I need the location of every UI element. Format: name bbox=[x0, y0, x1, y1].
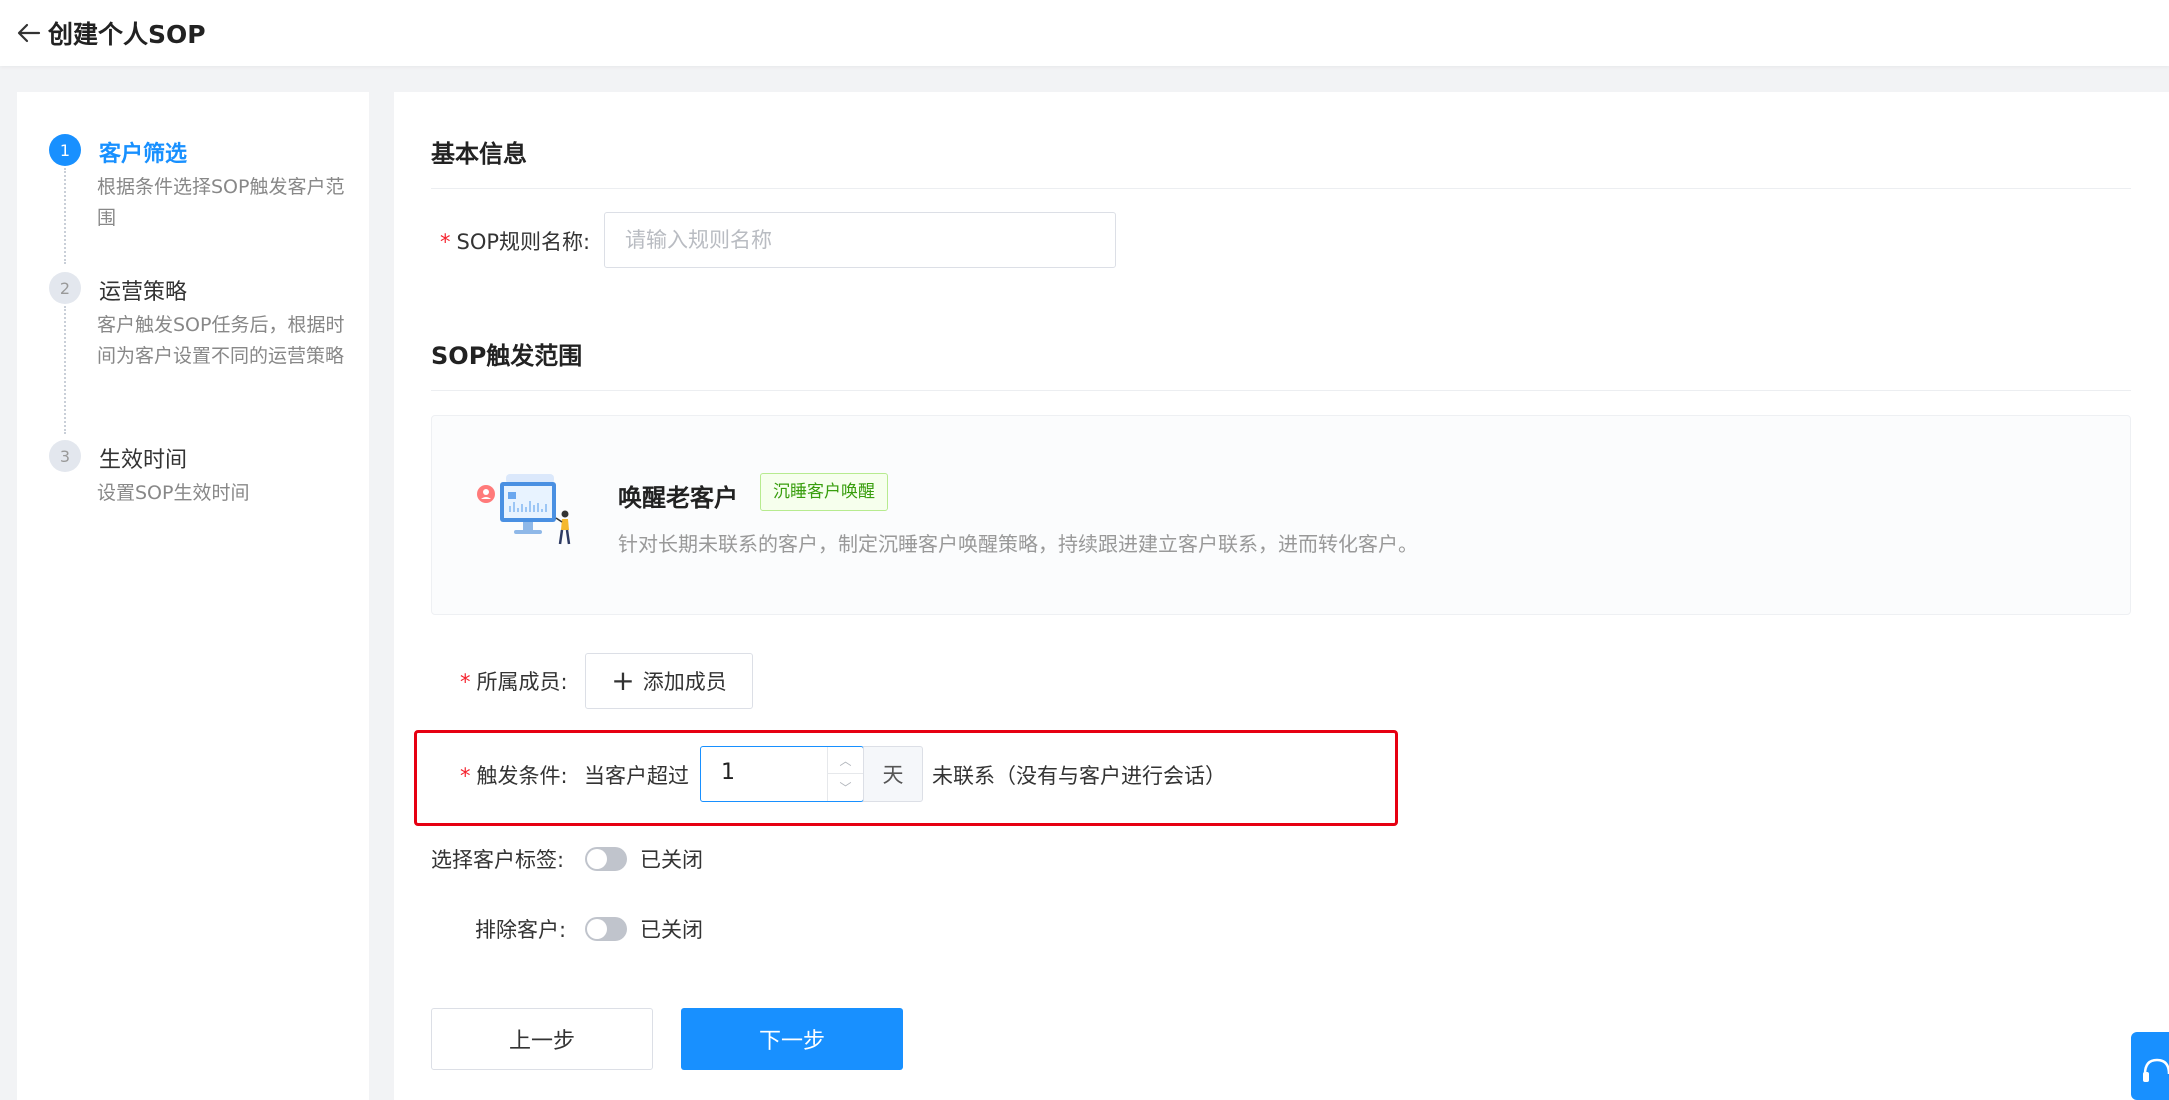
plus-icon: + bbox=[611, 664, 635, 697]
step-description: 客户触发SOP任务后，根据时间为客户设置不同的运营策略 bbox=[97, 314, 345, 367]
required-mark: * bbox=[460, 764, 471, 788]
exclude-customers-switch[interactable] bbox=[585, 917, 627, 941]
rule-name-input[interactable] bbox=[604, 212, 1116, 268]
step-title: 运营策略 bbox=[99, 280, 188, 305]
step-description: 设置SOP生效时间 bbox=[97, 482, 250, 504]
divider bbox=[431, 390, 2131, 391]
back-button[interactable]: 创建个人SOP bbox=[14, 15, 206, 51]
number-stepper: ︿ ﹀ bbox=[827, 747, 863, 801]
days-unit: 天 bbox=[863, 746, 923, 802]
page-title: 创建个人SOP bbox=[48, 20, 206, 49]
step-connector bbox=[64, 168, 66, 264]
trigger-suffix: 未联系（没有与客户进行会话） bbox=[932, 764, 1226, 788]
chevron-up-icon: ︿ bbox=[839, 753, 852, 768]
headset-icon bbox=[2143, 1058, 2169, 1082]
top-bar: 创建个人SOP bbox=[0, 0, 2169, 66]
add-member-button[interactable]: + 添加成员 bbox=[585, 653, 753, 709]
exclude-customers-state: 已关闭 bbox=[640, 918, 703, 942]
days-value: 1 bbox=[721, 760, 735, 785]
step-number: 2 bbox=[49, 272, 81, 304]
step-title: 客户筛选 bbox=[99, 142, 188, 167]
required-mark: * bbox=[440, 230, 451, 254]
add-member-label: 添加成员 bbox=[642, 670, 727, 694]
step-description: 根据条件选择SOP触发客户范围 bbox=[97, 176, 345, 229]
step-title: 生效时间 bbox=[99, 448, 188, 473]
customer-tags-label: 选择客户标签: bbox=[431, 848, 565, 872]
prev-step-button[interactable]: 上一步 bbox=[431, 1008, 653, 1070]
step-connector bbox=[64, 306, 66, 434]
section-title-scope: SOP触发范围 bbox=[431, 342, 583, 370]
scope-card-tag: 沉睡客户唤醒 bbox=[760, 473, 888, 511]
trigger-prefix: 当客户超过 bbox=[584, 764, 689, 788]
rule-name-label: * SOP规则名称: bbox=[440, 230, 591, 254]
chevron-down-icon: ﹀ bbox=[839, 781, 852, 795]
arrow-left-icon bbox=[17, 23, 41, 43]
scope-card-wake-old-customers[interactable]: 唤醒老客户 沉睡客户唤醒 针对长期未联系的客户，制定沉睡客户唤醒策略，持续跟进建… bbox=[431, 415, 2131, 615]
scope-card-description: 针对长期未联系的客户，制定沉睡客户唤醒策略，持续跟进建立客户联系，进而转化客户。 bbox=[618, 532, 1418, 556]
increment-button[interactable]: ︿ bbox=[828, 747, 863, 774]
monitor-illustration-icon bbox=[477, 474, 571, 545]
scope-card-title: 唤醒老客户 bbox=[618, 484, 738, 512]
trigger-label: * 触发条件: bbox=[460, 764, 568, 788]
section-title-basic: 基本信息 bbox=[431, 140, 527, 168]
customer-tags-switch[interactable] bbox=[585, 847, 627, 871]
steps-panel: 1 客户筛选 根据条件选择SOP触发客户范围 2 运营策略 客户触发SOP任务后… bbox=[17, 92, 369, 1100]
required-mark: * bbox=[460, 670, 471, 694]
customer-tags-state: 已关闭 bbox=[640, 848, 703, 872]
step-number: 3 bbox=[49, 440, 81, 472]
customer-service-button[interactable] bbox=[2131, 1032, 2169, 1100]
divider bbox=[431, 188, 2131, 189]
step-number: 1 bbox=[49, 134, 81, 166]
form-panel: 基本信息 *SOP规则名称: SOP触发范围 唤醒老客户 沉睡客户唤醒 针对长期… bbox=[394, 92, 2169, 1100]
exclude-customers-label: 排除客户: bbox=[475, 918, 567, 942]
days-number-input[interactable]: 1 ︿ ﹀ bbox=[700, 746, 864, 802]
decrement-button[interactable]: ﹀ bbox=[828, 774, 863, 801]
next-step-button[interactable]: 下一步 bbox=[681, 1008, 903, 1070]
members-label: * 所属成员: bbox=[460, 670, 568, 694]
